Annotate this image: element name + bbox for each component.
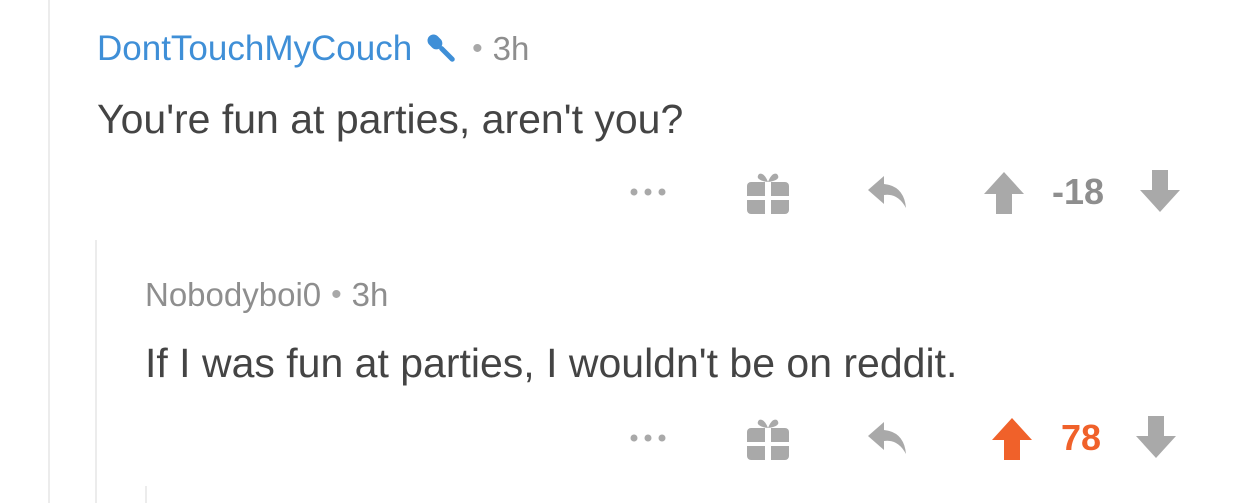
comment-age: 3h [492,30,530,67]
downvote-arrow-icon [1140,170,1180,212]
comment-body: You're fun at parties, aren't you? [97,96,684,142]
downvote-button[interactable] [1134,414,1178,462]
comment-actions: 78 [0,408,1242,468]
award-button[interactable] [744,414,792,462]
more-icon [630,188,666,196]
upvote-button[interactable] [990,414,1034,462]
microphone-icon [422,29,462,69]
downvote-button[interactable] [1138,168,1182,216]
comment-body: If I was fun at parties, I wouldn't be o… [145,340,958,386]
vote-score: 78 [1061,417,1102,458]
upvote-arrow-icon [984,172,1024,214]
upvote-arrow-icon [992,418,1032,460]
reply-icon [868,176,906,208]
comment-author[interactable]: DontTouchMyCouch [97,29,412,69]
reply-button[interactable] [864,414,912,462]
meta-separator: • [472,32,483,65]
reply-icon [868,422,906,454]
thread-line-level-3[interactable] [145,486,147,503]
gift-icon [747,419,789,460]
meta-separator: • [331,278,342,311]
reply-button[interactable] [864,168,912,216]
award-button[interactable] [744,168,792,216]
comment-actions: -18 [0,162,1242,222]
gift-icon [747,173,789,214]
more-icon [630,434,666,442]
comment-author[interactable]: Nobodyboi0 [145,276,321,314]
vote-score: -18 [1052,171,1105,212]
comment-meta: Nobodyboi0 • 3h [145,273,388,317]
downvote-arrow-icon [1136,416,1176,458]
comment-meta: DontTouchMyCouch • 3h [97,26,529,72]
comment-age: 3h [351,276,389,313]
upvote-button[interactable] [982,168,1026,216]
more-options-button[interactable] [628,408,668,468]
more-options-button[interactable] [628,162,668,222]
